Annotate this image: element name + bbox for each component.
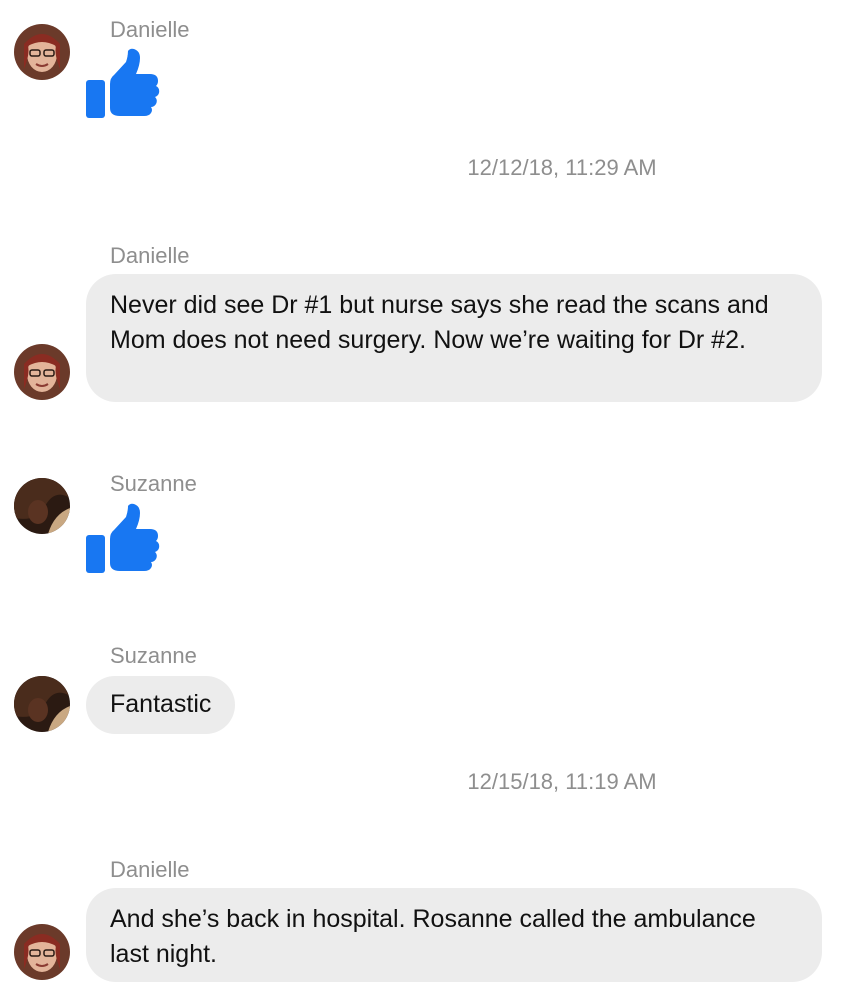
message-bubble[interactable]: Fantastic xyxy=(86,676,236,734)
sender-name: Suzanne xyxy=(110,643,197,668)
sender-name: Danielle xyxy=(110,857,190,882)
avatar-danielle[interactable] xyxy=(14,24,70,80)
timestamp: 12/15/18, 11:19 AM xyxy=(467,769,657,794)
timestamp: 12/12/18, 11:29 AM xyxy=(467,155,657,180)
message-bubble[interactable]: And she’s back in hospital. Rosanne call… xyxy=(86,888,822,982)
avatar-suzanne[interactable] xyxy=(14,676,70,732)
thumbs-up-icon xyxy=(86,48,160,118)
thumbs-up-icon xyxy=(86,503,160,573)
sender-name: Danielle xyxy=(110,243,190,268)
avatar-danielle[interactable] xyxy=(14,924,70,980)
message-bubble[interactable]: Never did see Dr #1 but nurse says she r… xyxy=(86,274,822,402)
sender-name: Suzanne xyxy=(110,471,197,496)
avatar-suzanne[interactable] xyxy=(14,478,70,534)
avatar-danielle[interactable] xyxy=(14,344,70,400)
sender-name: Danielle xyxy=(110,17,190,42)
